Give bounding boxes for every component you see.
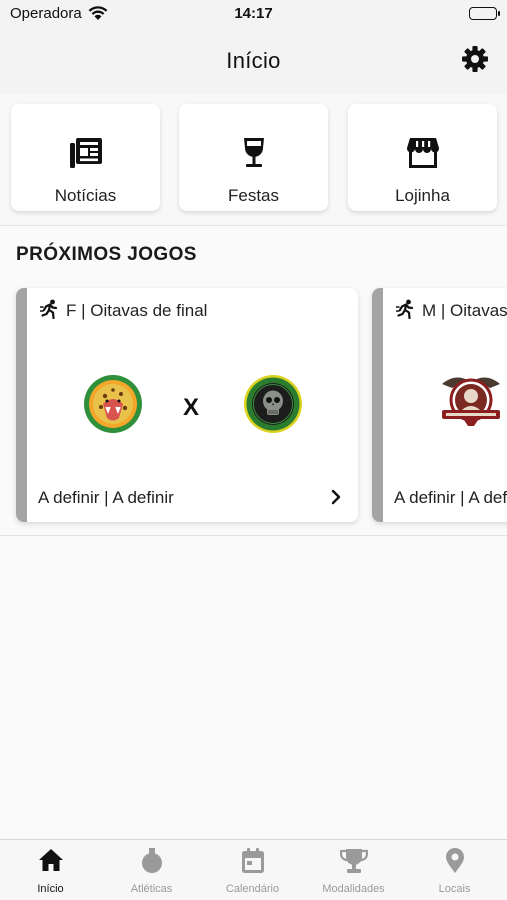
wine-glass-icon bbox=[179, 137, 328, 169]
parties-label: Festas bbox=[227, 186, 280, 205]
tab-atleticas-label: Atléticas bbox=[130, 883, 173, 895]
skull-team-logo bbox=[243, 374, 303, 434]
newspaper-icon bbox=[11, 137, 160, 169]
page-title: Início bbox=[226, 48, 281, 73]
medal-icon bbox=[101, 848, 202, 874]
game-phase: F | Oitavas de final bbox=[66, 301, 208, 320]
news-label: Notícias bbox=[54, 186, 117, 205]
chevron-right-icon[interactable] bbox=[330, 489, 342, 510]
news-button[interactable]: Notícias bbox=[11, 104, 160, 211]
tab-inicio-label: Início bbox=[37, 883, 64, 895]
location-pin-icon bbox=[404, 848, 505, 874]
jaguar-team-logo bbox=[83, 374, 143, 434]
game-phase: M | Oitavas de final bbox=[422, 301, 507, 320]
card-stripe bbox=[16, 288, 27, 522]
store-button[interactable]: Lojinha bbox=[348, 104, 497, 211]
tab-locais-label: Locais bbox=[438, 883, 471, 895]
tab-modalidades-label: Modalidades bbox=[322, 883, 385, 895]
runner-icon bbox=[39, 299, 60, 324]
battery-icon bbox=[469, 7, 500, 20]
tab-locais[interactable]: Locais bbox=[404, 840, 505, 900]
trophy-icon bbox=[303, 848, 404, 874]
runner-icon bbox=[395, 299, 416, 324]
store-icon bbox=[348, 137, 497, 169]
game-location: A definir | A definir bbox=[38, 488, 174, 507]
game-card[interactable]: M | Oitavas de final A definir | A defin… bbox=[372, 288, 507, 522]
game-location: A definir | A definir bbox=[394, 488, 507, 507]
eagle-team-logo bbox=[434, 370, 507, 430]
versus-label: X bbox=[183, 394, 200, 421]
games-carousel[interactable]: F | Oitavas de final X A definir | A def… bbox=[0, 286, 507, 536]
tab-calendario-label: Calendário bbox=[225, 883, 280, 895]
clock-time: 14:17 bbox=[234, 5, 273, 22]
gear-icon[interactable] bbox=[461, 45, 489, 73]
main-content: Notícias Festas Lojinha PRÓXIMOS JOGOS F… bbox=[0, 94, 507, 839]
tab-atleticas[interactable]: Atléticas bbox=[101, 840, 202, 900]
parties-button[interactable]: Festas bbox=[179, 104, 328, 211]
tab-bar: Início Atléticas Calendário Modalidades … bbox=[0, 839, 507, 900]
tab-calendario[interactable]: Calendário bbox=[202, 840, 303, 900]
store-label: Lojinha bbox=[395, 186, 450, 205]
nav-bar: Início bbox=[0, 28, 507, 94]
game-card[interactable]: F | Oitavas de final X A definir | A def… bbox=[16, 288, 358, 522]
home-icon bbox=[0, 848, 101, 872]
tab-inicio[interactable]: Início bbox=[0, 840, 101, 900]
calendar-icon bbox=[202, 848, 303, 874]
card-stripe bbox=[372, 288, 383, 522]
tab-modalidades[interactable]: Modalidades bbox=[303, 840, 404, 900]
shortcuts-row: Notícias Festas Lojinha bbox=[0, 94, 507, 226]
status-bar: Operadora 14:17 bbox=[0, 0, 507, 28]
section-title: PRÓXIMOS JOGOS bbox=[16, 244, 197, 265]
